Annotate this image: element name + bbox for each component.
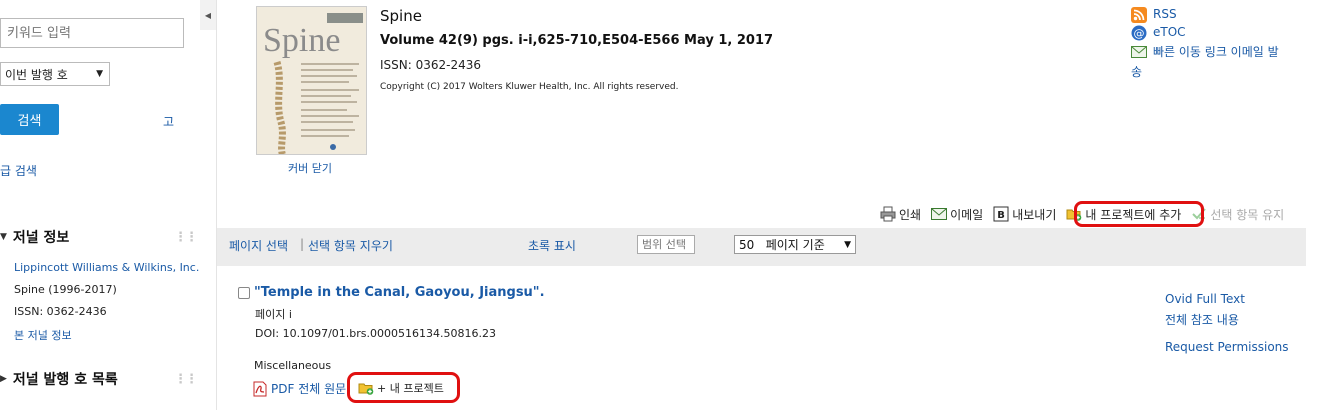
results-bar: 페이지 선택 | 선택 항목 지우기 초록 표시 50 페이지 기준 ▼ [217, 228, 1306, 266]
rss-label: RSS [1153, 7, 1177, 21]
publisher-link[interactable]: Lippincott Williams & Wilkins, Inc. [14, 261, 199, 274]
triangle-down-icon: ▼ [0, 232, 7, 242]
journal-issn: ISSN: 0362-2436 [14, 305, 107, 318]
reset-link[interactable]: 고 [163, 113, 174, 130]
pdf-icon [253, 381, 267, 396]
caret-down-icon: ▼ [844, 239, 851, 250]
article-category: Miscellaneous [254, 359, 332, 372]
triangle-right-icon: ▶ [0, 374, 7, 384]
issues-heading: 저널 발행 호 목록 [12, 372, 118, 388]
printer-icon [880, 206, 896, 222]
svg-text:@: @ [1134, 27, 1145, 40]
quick-link-line2[interactable]: 송 [1131, 63, 1142, 80]
print-button[interactable]: 인쇄 [880, 206, 921, 223]
svg-text:B: B [997, 210, 1005, 221]
red-highlight-annotation [347, 372, 460, 403]
email-label: 이메일 [950, 207, 984, 222]
clear-selected-link[interactable]: 선택 항목 지우기 [308, 237, 393, 254]
volume-info: Volume 42(9) pgs. i-i,625-710,E504-E566 … [380, 33, 774, 48]
quick-link-email-link[interactable]: 빠른 이동 링크 이메일 발 [1131, 44, 1279, 61]
email-envelope-icon [1131, 46, 1147, 58]
select-page-link[interactable]: 페이지 선택 [229, 237, 288, 254]
drag-handle-icon[interactable]: ⋮⋮ [174, 372, 198, 387]
journal-cover-image: Spine [256, 6, 367, 155]
range-select-input[interactable] [637, 235, 695, 254]
copyright-text: Copyright (C) 2017 Wolters Kluwer Health… [380, 82, 679, 92]
drag-handle-icon[interactable]: ⋮⋮ [174, 230, 198, 245]
journal-years: Spine (1996-2017) [14, 283, 117, 296]
journal-issn-header: ISSN: 0362-2436 [380, 58, 482, 72]
keep-selected-label: 선택 항목 유지 [1210, 207, 1285, 222]
keyword-search-input[interactable] [0, 18, 184, 48]
quick-link-line1: 빠른 이동 링크 이메일 발 [1153, 45, 1279, 59]
article-title-link[interactable]: "Temple in the Canal, Gaoyou, Jiangsu". [254, 285, 545, 300]
email-button[interactable]: 이메일 [931, 206, 983, 223]
red-highlight-annotation [1074, 201, 1204, 227]
rss-link[interactable]: RSS [1131, 7, 1177, 23]
collapse-sidebar-button[interactable]: ◀ [200, 0, 217, 30]
advanced-search-link[interactable]: 급 검색 [0, 162, 37, 179]
sidebar: 이번 발행 호 ▼ 검색 고 급 검색 ▼ 저널 정보 ⋮⋮ Lippincot… [0, 0, 200, 410]
divider [216, 0, 217, 410]
article-doi: DOI: 10.1097/01.brs.0000516134.50816.23 [255, 327, 496, 340]
search-button[interactable]: 검색 [0, 104, 59, 135]
per-page-select[interactable]: 50 페이지 기준 ▼ [734, 235, 856, 254]
issues-section-header[interactable]: ▶ 저널 발행 호 목록 ⋮⋮ [0, 369, 198, 389]
journal-info-section-header[interactable]: ▼ 저널 정보 ⋮⋮ [0, 227, 198, 247]
cover-title: Spine [263, 22, 340, 59]
journal-info-link[interactable]: 본 저널 정보 [14, 327, 72, 343]
pdf-label: PDF 전체 원문 [271, 382, 347, 396]
issue-select[interactable]: 이번 발행 호 ▼ [0, 62, 110, 86]
rss-icon [1131, 7, 1147, 23]
article-checkbox[interactable] [238, 287, 250, 299]
etoc-link[interactable]: @ eTOC [1131, 25, 1186, 41]
separator: | [300, 237, 305, 251]
keep-selected-button[interactable]: 선택 항목 유지 [1191, 206, 1284, 223]
export-button[interactable]: B 내보내기 [993, 206, 1056, 223]
ovid-full-text-link[interactable]: Ovid Full Text [1165, 292, 1245, 306]
article-page: 페이지 i [255, 308, 292, 321]
full-reference-link[interactable]: 전체 참조 내용 [1165, 311, 1239, 328]
journal-info-heading: 저널 정보 [12, 230, 70, 246]
close-cover-link[interactable]: 커버 닫기 [288, 160, 332, 176]
print-label: 인쇄 [899, 207, 922, 222]
email-icon [931, 208, 948, 220]
show-abstract-link[interactable]: 초록 표시 [528, 237, 576, 254]
at-sign-icon: @ [1131, 25, 1147, 41]
export-label: 내보내기 [1012, 207, 1057, 222]
pdf-full-text-link[interactable]: PDF 전체 원문 [252, 380, 346, 397]
journal-title: Spine [380, 7, 422, 25]
issue-select-value: 이번 발행 호 [5, 67, 68, 82]
export-icon: B [993, 206, 1009, 222]
triangle-left-icon: ◀ [204, 10, 212, 20]
etoc-label: eTOC [1153, 25, 1186, 39]
request-permissions-link[interactable]: Request Permissions [1165, 340, 1289, 354]
caret-down-icon: ▼ [96, 69, 103, 79]
quick-link-email-label: 빠른 이동 링크 이메일 발 [1153, 44, 1279, 61]
per-page-value: 50 페이지 기준 [739, 238, 825, 252]
